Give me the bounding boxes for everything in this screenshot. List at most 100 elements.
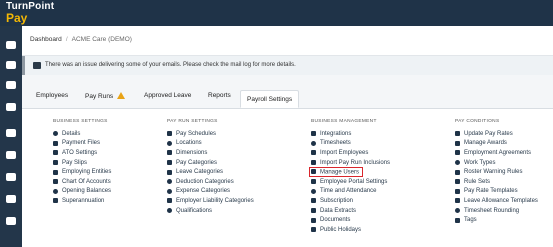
tab-reports[interactable]: Reports [208, 92, 231, 99]
settings-link-pay-rate-templates[interactable]: Pay Rate Templates [455, 187, 538, 197]
people-icon[interactable] [4, 78, 18, 92]
plane-icon [455, 198, 460, 204]
settings-link-public-holidays[interactable]: Public Holidays [311, 225, 390, 235]
settings-link-leave-categories[interactable]: Leave Categories [167, 167, 254, 177]
settings-link-integrations[interactable]: Integrations [311, 129, 390, 139]
settings-link-update-pay-rates[interactable]: Update Pay Rates [455, 129, 538, 139]
template-icon [455, 188, 460, 194]
column-heading: PAY CONDITIONS [455, 119, 500, 124]
building-icon[interactable] [4, 58, 18, 72]
link-label: Import Employees [320, 149, 369, 156]
link-label: Time and Attendance [320, 188, 377, 195]
plane-icon[interactable] [4, 126, 18, 140]
settings-link-opening-balances[interactable]: Opening Balances [53, 187, 111, 197]
settings-link-work-types[interactable]: Work Types [455, 158, 538, 168]
settings-link-timesheets[interactable]: Timesheets [311, 139, 390, 149]
link-label: Manage Awards [464, 140, 507, 147]
file-icon [53, 140, 58, 146]
settings-link-rule-sets[interactable]: Rule Sets [455, 177, 538, 187]
breadcrumb-bar: Dashboard / ACME Care (DEMO) [22, 26, 553, 56]
settings-link-tags[interactable]: Tags [455, 215, 538, 225]
settings-link-import-pay-run-inclusions[interactable]: Import Pay Run Inclusions [311, 158, 390, 168]
settings-link-deduction-categories[interactable]: Deduction Categories [167, 177, 254, 187]
settings-link-roster-warning-rules[interactable]: Roster Warning Rules [455, 167, 538, 177]
link-label: Deduction Categories [176, 178, 234, 185]
settings-link-import-employees[interactable]: Import Employees [311, 148, 390, 158]
wrench-icon [455, 160, 460, 166]
info-icon [53, 131, 58, 137]
settings-link-leave-allowance-templates[interactable]: Leave Allowance Templates [455, 196, 538, 206]
settings-link-timesheet-rounding[interactable]: Timesheet Rounding [455, 206, 538, 216]
settings-link-documents[interactable]: Documents [311, 215, 390, 225]
link-label: Work Types [464, 159, 496, 166]
link-label: Timesheets [320, 140, 351, 147]
minus-circle-icon [167, 179, 172, 185]
settings-link-pay-schedules[interactable]: Pay Schedules [167, 129, 254, 139]
calendar-icon[interactable] [4, 170, 18, 184]
business-settings-column: BUSINESS SETTINGS Details Payment Files … [53, 119, 111, 206]
settings-link-locations[interactable]: Locations [167, 139, 254, 149]
tab-approved-leave[interactable]: Approved Leave [144, 92, 191, 99]
link-label: Rule Sets [464, 178, 491, 185]
column-heading: BUSINESS SETTINGS [53, 119, 108, 124]
link-label: Pay Slips [62, 159, 88, 166]
settings-link-manage-users[interactable]: Manage Users [308, 167, 390, 178]
settings-link-employment-agreements[interactable]: Employment Agreements [455, 148, 538, 158]
link-label: Details [62, 130, 81, 137]
app-logo[interactable]: TurnPoint Pay [6, 2, 54, 25]
credit-card-icon [311, 198, 316, 204]
link-label: Employer Liability Categories [176, 197, 254, 204]
link-label: Employing Entities [62, 169, 112, 176]
link-label: Locations [176, 140, 202, 147]
globe-icon [167, 140, 172, 146]
settings-link-pay-slips[interactable]: Pay Slips [53, 158, 111, 168]
tab-bar: Employees Pay Runs Approved Leave Report… [22, 90, 553, 108]
link-label: Roster Warning Rules [464, 169, 523, 176]
bank-icon [53, 150, 58, 156]
settings-link-dimensions[interactable]: Dimensions [167, 148, 254, 158]
settings-link-chart-of-accounts[interactable]: Chart Of Accounts [53, 177, 111, 187]
folder-icon[interactable] [4, 100, 18, 114]
settings-link-details[interactable]: Details [53, 129, 111, 139]
folder-icon [311, 217, 316, 223]
settings-link-manage-awards[interactable]: Manage Awards [455, 139, 538, 149]
warning-icon [117, 92, 126, 99]
settings-link-employer-liability-categories[interactable]: Employer Liability Categories [167, 196, 254, 206]
settings-link-data-extracts[interactable]: Data Extracts [311, 206, 390, 216]
link-label: Manage Users [320, 169, 360, 176]
link-label: Public Holidays [320, 226, 362, 233]
link-label: Employee Portal Settings [320, 178, 388, 185]
breadcrumb-dashboard[interactable]: Dashboard [30, 36, 62, 43]
email-alert: There was an issue delivering some of yo… [22, 56, 553, 75]
logo-sub: Pay [6, 11, 28, 25]
upload-icon [311, 150, 316, 156]
link-label: Employment Agreements [464, 149, 532, 156]
settings-link-subscription[interactable]: Subscription [311, 196, 390, 206]
clipboard-icon[interactable] [4, 214, 18, 228]
clock-icon [311, 188, 316, 194]
briefcase-icon[interactable] [4, 38, 18, 52]
tab-pay-runs[interactable]: Pay Runs [85, 92, 126, 100]
settings-link-time-and-attendance[interactable]: Time and Attendance [311, 187, 390, 197]
settings-link-qualifications[interactable]: Qualifications [167, 206, 254, 216]
settings-link-expense-categories[interactable]: Expense Categories [167, 187, 254, 197]
link-label: Leave Categories [176, 169, 224, 176]
settings-link-payment-files[interactable]: Payment Files [53, 139, 111, 149]
user-icon [311, 179, 316, 185]
table-icon [311, 208, 316, 214]
manage-users-highlight[interactable]: Manage Users [308, 167, 364, 178]
settings-link-superannuation[interactable]: Superannuation [53, 196, 111, 206]
clock-icon[interactable] [4, 148, 18, 162]
link-label: Pay Categories [176, 159, 218, 166]
money-icon[interactable] [4, 192, 18, 206]
settings-link-ato-settings[interactable]: ATO Settings [53, 148, 111, 158]
tab-payroll-settings[interactable]: Payroll Settings [240, 90, 300, 108]
tab-employees[interactable]: Employees [36, 92, 68, 99]
link-label: Subscription [320, 197, 354, 204]
settings-link-pay-categories[interactable]: Pay Categories [167, 158, 254, 168]
link-label: Superannuation [62, 197, 105, 204]
settings-link-employing-entities[interactable]: Employing Entities [53, 167, 111, 177]
settings-link-employee-portal-settings[interactable]: Employee Portal Settings [311, 177, 390, 187]
gavel-icon [455, 140, 460, 146]
piggy-bank-icon [53, 198, 58, 204]
